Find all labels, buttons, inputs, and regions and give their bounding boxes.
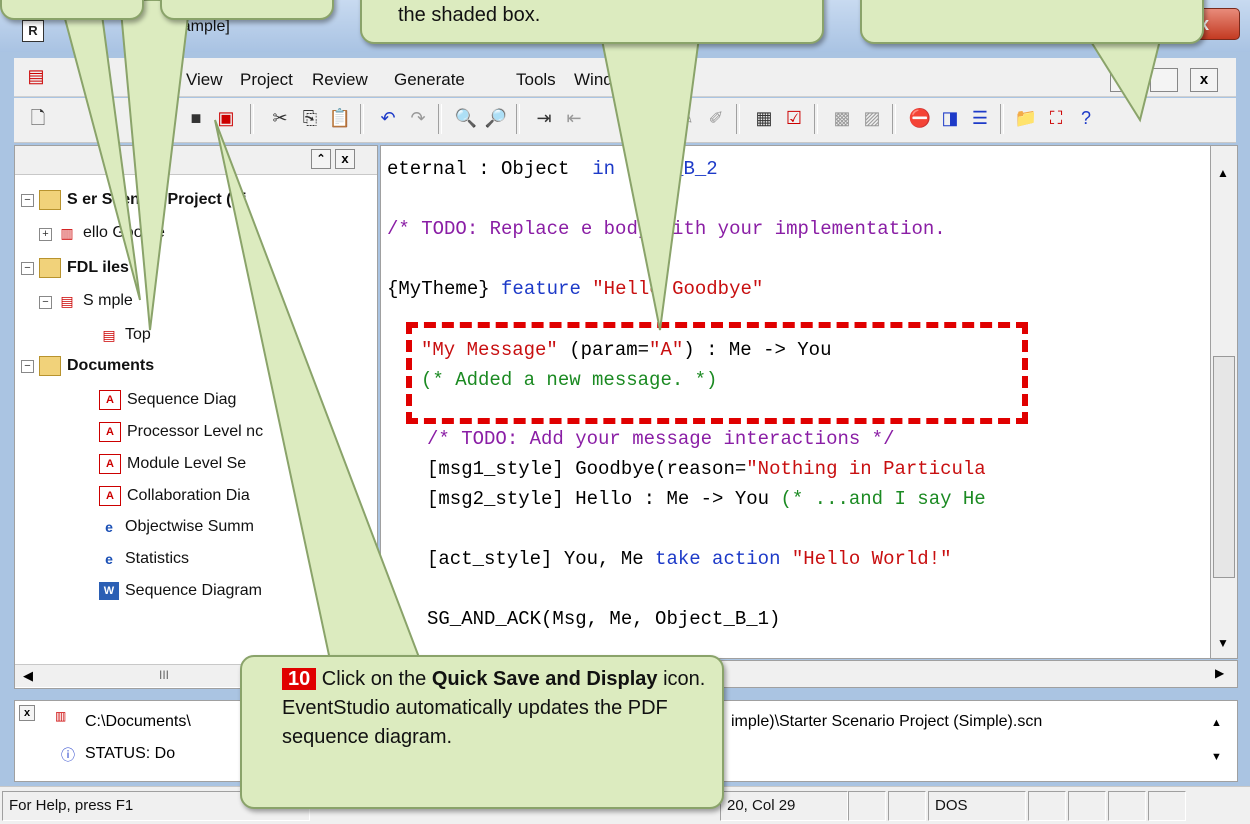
callout-step-10-text: 10 Click on the Quick Save and Display i… [282, 668, 706, 748]
step-number-badge: 10 [282, 668, 317, 690]
callout-top-left [0, 0, 144, 20]
callout-step-10: 10 Click on the Quick Save and Display i… [240, 655, 724, 809]
callout-top-middle: the shaded box. [360, 0, 824, 44]
callout-top-left2-pointer [118, 0, 192, 331]
callout-top-middle-text: the shaded box. [398, 4, 541, 26]
callout-top-left2 [160, 0, 334, 20]
callout-top-right [860, 0, 1204, 44]
callout-10-pointer [214, 119, 422, 661]
callout-top-middle-pointer [598, 29, 702, 331]
callout-top-right-pointer [1088, 39, 1162, 123]
